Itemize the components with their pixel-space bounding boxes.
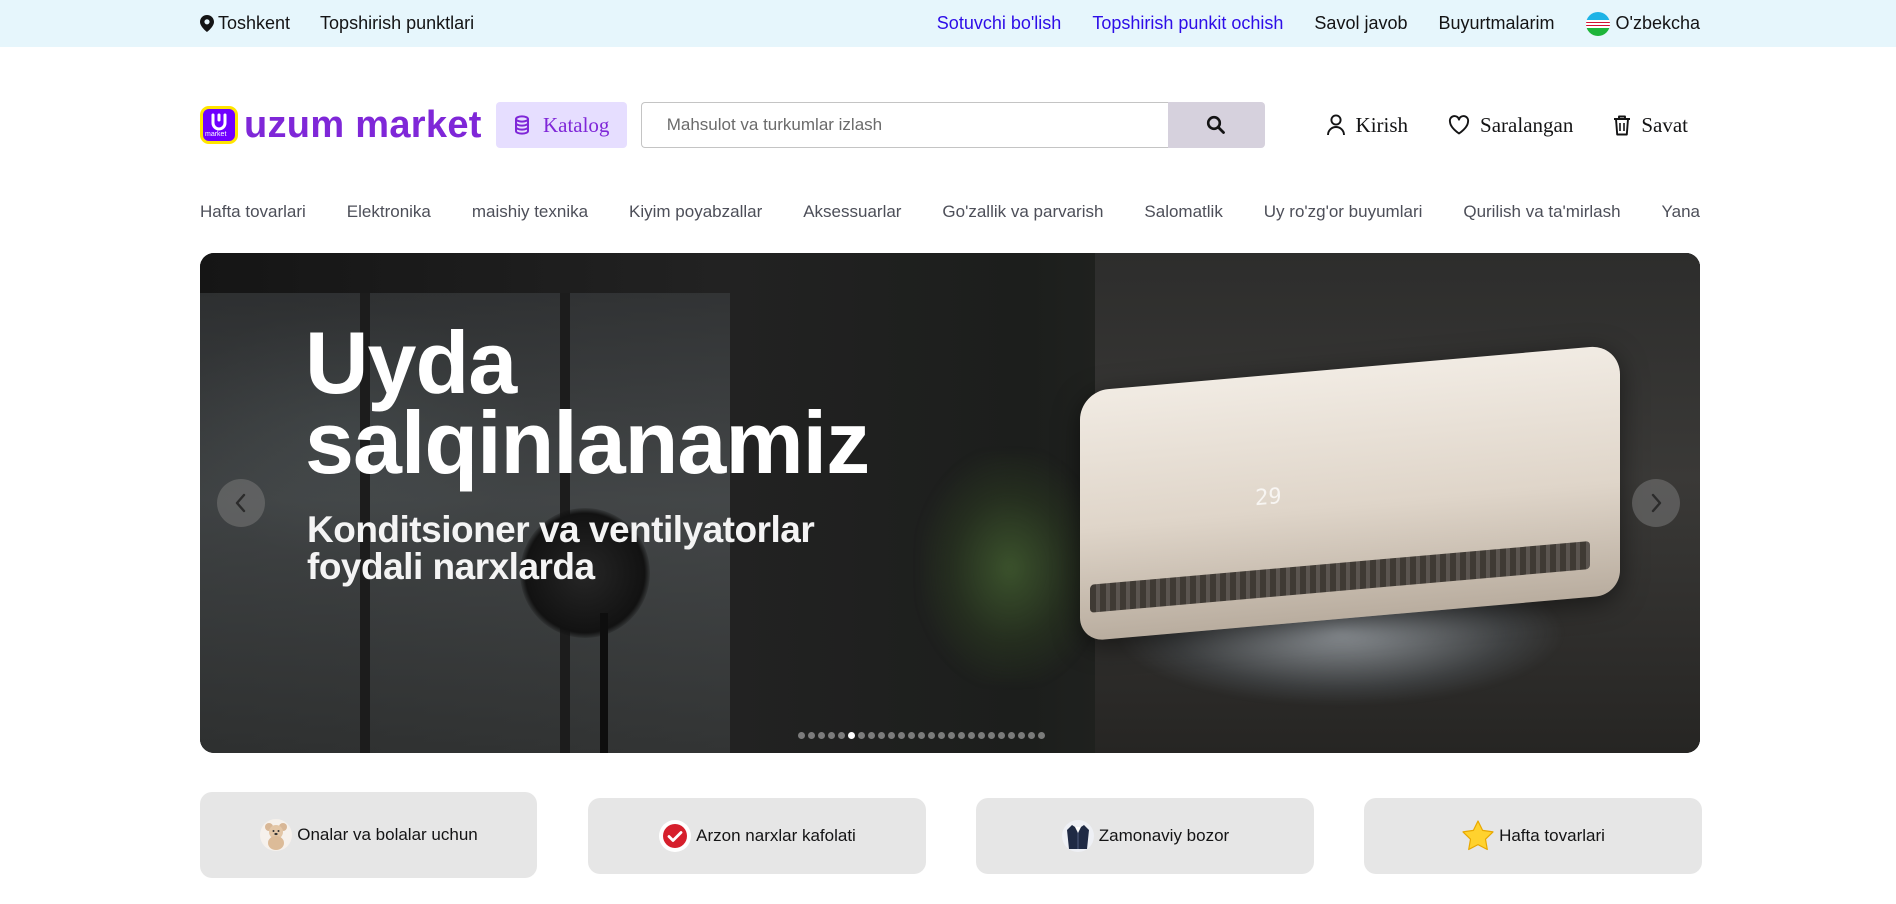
banner-dot[interactable] <box>1038 732 1045 739</box>
banner-fan-stand-image <box>600 613 608 753</box>
banner-dot[interactable] <box>818 732 825 739</box>
quick-link-low-price-guarantee[interactable]: Arzon narxlar kafolati <box>588 798 926 874</box>
language-selector[interactable]: O'zbekcha <box>1585 11 1700 36</box>
search-input[interactable] <box>640 102 1168 148</box>
category-more[interactable]: Yana <box>1662 202 1700 222</box>
cart-icon <box>1614 115 1631 135</box>
banner-dot[interactable] <box>878 732 885 739</box>
banner-dot[interactable] <box>898 732 905 739</box>
banner-prev-button[interactable] <box>217 479 265 527</box>
main-header: market uzum market Katalog Kirish Sarala… <box>200 100 1700 150</box>
catalog-button[interactable]: Katalog <box>495 102 627 148</box>
teddy-bear-icon <box>259 818 293 852</box>
location-pin-icon <box>200 15 214 32</box>
banner-dot[interactable] <box>978 732 985 739</box>
banner-dot[interactable] <box>1028 732 1035 739</box>
banner-dot[interactable] <box>988 732 995 739</box>
banner-title-line2: salqinlanamiz <box>305 393 870 492</box>
banner-subtitle-line1: Konditsioner va ventilyatorlar <box>307 509 815 550</box>
banner-dot[interactable] <box>958 732 965 739</box>
banner-dot[interactable] <box>868 732 875 739</box>
banner-dot[interactable] <box>828 732 835 739</box>
category-uy-rozgor-buyumlari[interactable]: Uy ro'zg'or buyumlari <box>1264 202 1423 222</box>
cart-button[interactable]: Savat <box>1613 113 1688 138</box>
banner-title-line1: Uyda <box>305 313 517 412</box>
category-maishiy-texnika[interactable]: maishiy texnika <box>472 202 588 222</box>
quick-link-label: Zamonaviy bozor <box>1098 826 1230 845</box>
quick-link-label: Hafta tovarlari <box>1499 826 1605 845</box>
pickup-points-label: Topshirish punktlari <box>320 13 475 33</box>
search-bar <box>640 102 1265 148</box>
pickup-points-link[interactable]: Topshirish punktlari <box>320 13 474 34</box>
jacket-icon <box>1061 819 1095 853</box>
my-orders-link[interactable]: Buyurtmalarim <box>1438 13 1554 34</box>
banner-dot[interactable] <box>938 732 945 739</box>
login-label: Kirish <box>1355 112 1409 137</box>
ac-vent <box>1090 541 1590 613</box>
promo-banner[interactable]: 29 Uyda salqinlanamiz Konditsioner va ve… <box>200 253 1700 753</box>
category-nav: Hafta tovarlari Elektronika maishiy texn… <box>200 198 1700 226</box>
banner-dot[interactable] <box>798 732 805 739</box>
banner-dot[interactable] <box>888 732 895 739</box>
banner-dot[interactable] <box>1018 732 1025 739</box>
banner-pagination <box>798 732 1045 739</box>
banner-dot[interactable] <box>808 732 815 739</box>
logo-mark-icon: market <box>200 106 238 144</box>
banner-plant-image <box>920 453 1100 683</box>
logo-badge-text: market <box>205 131 227 138</box>
category-gozallik-va-parvarish[interactable]: Go'zallik va parvarish <box>942 202 1103 222</box>
category-elektronika[interactable]: Elektronika <box>347 202 431 222</box>
quick-link-label: Onalar va bolalar uchun <box>297 825 478 844</box>
uzbekistan-flag-icon <box>1585 11 1610 36</box>
city-selector[interactable]: Toshkent <box>200 13 290 34</box>
top-bar: Toshkent Topshirish punktlari Sotuvchi b… <box>0 0 1896 47</box>
banner-dot[interactable] <box>908 732 915 739</box>
category-salomatlik[interactable]: Salomatlik <box>1144 202 1222 222</box>
search-button[interactable] <box>1167 102 1265 148</box>
ac-display-readout: 29 <box>1255 483 1282 512</box>
faq-link[interactable]: Savol javob <box>1314 13 1407 34</box>
check-badge-icon <box>658 819 692 853</box>
language-label: O'zbekcha <box>1615 13 1700 33</box>
login-button[interactable]: Kirish <box>1326 112 1409 138</box>
banner-dot[interactable] <box>838 732 845 739</box>
banner-dot[interactable] <box>848 732 855 739</box>
category-aksessuarlar[interactable]: Aksessuarlar <box>803 202 901 222</box>
banner-dot[interactable] <box>948 732 955 739</box>
favorites-label: Saralangan <box>1480 112 1574 137</box>
favorites-button[interactable]: Saralangan <box>1448 113 1573 138</box>
banner-dot[interactable] <box>998 732 1005 739</box>
user-icon <box>1326 114 1345 136</box>
site-logo[interactable]: market uzum market <box>200 104 482 147</box>
banner-next-button[interactable] <box>1632 479 1680 527</box>
become-seller-link[interactable]: Sotuvchi bo'lish <box>937 13 1062 34</box>
quick-links: Onalar va bolalar uchun Arzon narxlar ka… <box>200 790 1702 878</box>
city-label: Toshkent <box>218 13 291 33</box>
chevron-left-icon <box>235 493 246 513</box>
category-kiyim-poyabzallar[interactable]: Kiyim poyabzallar <box>629 202 762 222</box>
catalog-stack-icon <box>514 115 529 135</box>
quick-link-mothers-children[interactable]: Onalar va bolalar uchun <box>200 792 537 878</box>
quick-link-label: Arzon narxlar kafolati <box>696 826 856 845</box>
logo-text: uzum market <box>244 103 482 146</box>
catalog-label: Katalog <box>542 112 610 137</box>
banner-air-conditioner-image: 29 <box>1080 344 1620 642</box>
banner-dot[interactable] <box>858 732 865 739</box>
chevron-right-icon <box>1651 493 1662 513</box>
heart-icon <box>1448 115 1470 135</box>
banner-subtitle-line2: foydali narxlarda <box>307 546 595 587</box>
category-hafta-tovarlari[interactable]: Hafta tovarlari <box>200 202 306 222</box>
banner-dot[interactable] <box>968 732 975 739</box>
star-icon <box>1461 819 1495 853</box>
category-qurilish-va-tamirlash[interactable]: Qurilish va ta'mirlash <box>1463 202 1620 222</box>
banner-dot[interactable] <box>918 732 925 739</box>
cart-label: Savat <box>1641 112 1688 137</box>
banner-dot[interactable] <box>928 732 935 739</box>
search-icon <box>1207 115 1226 134</box>
quick-link-modern-market[interactable]: Zamonaviy bozor <box>976 798 1314 874</box>
open-pickup-point-link[interactable]: Topshirish punkit ochish <box>1092 13 1283 34</box>
banner-dot[interactable] <box>1008 732 1015 739</box>
quick-link-weekly-products[interactable]: Hafta tovarlari <box>1364 798 1702 874</box>
